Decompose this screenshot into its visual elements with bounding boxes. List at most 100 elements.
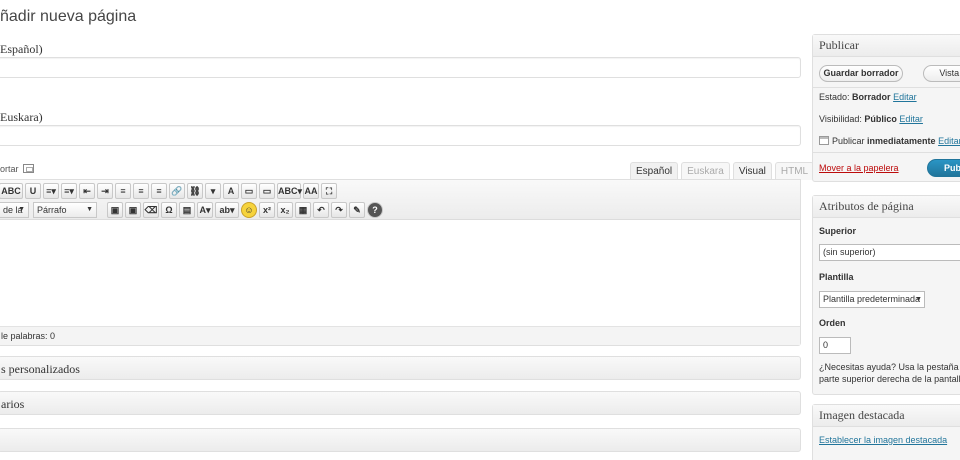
metabox-empty[interactable] xyxy=(0,428,801,452)
help-text-line-1: ¿Necesitas ayuda? Usa la pestaña Ayu xyxy=(819,362,960,372)
page-title: ñadir nueva página xyxy=(0,8,137,25)
edit-status-link[interactable]: Editar xyxy=(893,92,917,102)
toolbar_row2-button-4[interactable]: ▤ xyxy=(179,202,195,218)
toolbar_row2-button-10[interactable]: ▦ xyxy=(295,202,311,218)
toolbar_row1-button-5[interactable]: ⇥ xyxy=(97,183,113,199)
edit-visibility-link[interactable]: Editar xyxy=(899,114,923,124)
parent-label: Superior xyxy=(819,226,857,236)
toolbar_row1-button-8[interactable]: ≡ xyxy=(151,183,167,199)
toolbar_row2-button-1[interactable]: ▣ xyxy=(125,202,141,218)
calendar-icon xyxy=(819,136,829,145)
schedule-row: Publicar inmediatamente Editar xyxy=(819,136,960,146)
tab-html[interactable]: HTML xyxy=(774,162,815,180)
preview-button[interactable]: Vista p xyxy=(923,65,960,82)
toolbar_row1-button-15[interactable]: ABC▾ xyxy=(277,183,302,199)
page-attributes-heading: Atributos de página xyxy=(813,196,960,218)
visibility-label: Visibilidad: xyxy=(819,114,862,124)
editor-toolbar: ABC U ≡▾ ≡▾ ⇤ ⇥ ≡ ≡ ≡ 🔗 ⛓ ▾ A ▭ ▭ ABC▾ AA ⛶ de la ▼ Párraf… xyxy=(0,180,800,220)
status-value: Borrador xyxy=(852,92,891,102)
chevron-down-icon: ▼ xyxy=(915,296,922,303)
title-label-basque: Euskara) xyxy=(0,110,43,124)
parent-select-value: (sin superior) xyxy=(823,247,876,257)
toolbar_row2-button-11[interactable]: ↶ xyxy=(313,202,329,218)
visibility-row: Visibilidad: Público Editar xyxy=(819,114,923,124)
publish-heading: Publicar xyxy=(813,35,960,57)
page-attributes-box: Atributos de página Superior (sin superi… xyxy=(812,195,960,395)
featured-image-box: Imagen destacada Establecer la imagen de… xyxy=(812,404,960,460)
media-icon xyxy=(22,164,34,173)
toolbar_row1-button-11[interactable]: ▾ xyxy=(205,183,221,199)
toolbar_row1-button-9[interactable]: 🔗 xyxy=(169,183,185,199)
schedule-label: Publicar xyxy=(832,136,865,146)
paragraph-select[interactable]: Párrafo ▼ xyxy=(33,202,97,218)
toolbar_row2-button-5[interactable]: A▾ xyxy=(197,202,213,218)
chevron-down-icon: ▼ xyxy=(86,206,93,213)
toolbar_row2-button-6[interactable]: ab▾ xyxy=(215,202,239,218)
toolbar_row1-button-17[interactable]: ⛶ xyxy=(321,183,337,199)
toolbar_row2-button-13[interactable]: ✎ xyxy=(349,202,365,218)
word-count: le palabras: 0 xyxy=(0,326,800,345)
order-label: Orden xyxy=(819,318,846,328)
toolbar_row2-button-12[interactable]: ↷ xyxy=(331,202,347,218)
template-select-value: Plantilla predeterminada xyxy=(823,294,921,304)
toolbar_row1-button-2[interactable]: ≡▾ xyxy=(43,183,59,199)
title-input-basque[interactable] xyxy=(0,125,801,146)
toolbar_row1-button-3[interactable]: ≡▾ xyxy=(61,183,77,199)
move-to-trash-link[interactable]: Mover a la papelera xyxy=(819,163,899,173)
insert-media-label: ortar xyxy=(0,164,19,174)
editor-tabs: Español Euskara Visual HTML xyxy=(630,162,815,180)
toolbar_row2-button-8[interactable]: x² xyxy=(259,202,275,218)
toolbar_row2-button-14[interactable]: ? xyxy=(367,202,383,218)
schedule-value: inmediatamente xyxy=(867,136,936,146)
toolbar_row1-button-13[interactable]: ▭ xyxy=(241,183,257,199)
save-draft-button[interactable]: Guardar borrador xyxy=(819,65,903,82)
toolbar_row2-button-9[interactable]: x₂ xyxy=(277,202,293,218)
help-text-line-2: parte superior derecha de la pantalla. xyxy=(819,374,960,384)
insert-media-link[interactable]: ortar xyxy=(0,164,34,174)
font-select[interactable]: de la ▼ xyxy=(0,202,29,218)
toolbar-row-1: ABC U ≡▾ ≡▾ ⇤ ⇥ ≡ ≡ ≡ 🔗 ⛓ ▾ A ▭ ▭ ABC▾ AA ⛶ xyxy=(0,182,337,200)
editor-content-area[interactable] xyxy=(0,220,800,327)
toolbar_row1-button-16[interactable]: AA xyxy=(303,183,319,199)
chevron-down-icon: ▼ xyxy=(18,206,25,213)
template-select[interactable]: Plantilla predeterminada ▼ xyxy=(819,291,925,308)
title-label-spanish: Español) xyxy=(0,42,43,56)
featured-image-heading: Imagen destacada xyxy=(813,405,960,427)
toolbar_row1-button-6[interactable]: ≡ xyxy=(115,183,131,199)
toolbar_row2-button-7[interactable]: ☺ xyxy=(241,202,257,218)
toolbar_row1-button-0[interactable]: ABC xyxy=(0,183,23,199)
toolbar_row1-button-10[interactable]: ⛓ xyxy=(187,183,203,199)
toolbar_row2-button-0[interactable]: ▣ xyxy=(107,202,123,218)
paragraph-select-value: Párrafo xyxy=(37,205,67,215)
toolbar-row-2-buttons: ▣ ▣ ⌫ Ω ▤ A▾ ab▾ ☺ x² x₂ ▦ ↶ ↷ ✎? xyxy=(107,202,383,218)
metabox-comments[interactable]: arios xyxy=(0,391,801,415)
content-editor: ABC U ≡▾ ≡▾ ⇤ ⇥ ≡ ≡ ≡ 🔗 ⛓ ▾ A ▭ ▭ ABC▾ AA ⛶ de la ▼ Párraf… xyxy=(0,179,801,346)
toolbar_row1-button-14[interactable]: ▭ xyxy=(259,183,275,199)
tab-euskara[interactable]: Euskara xyxy=(681,162,730,180)
tab-espanol[interactable]: Español xyxy=(630,162,679,180)
order-input-value: 0 xyxy=(823,340,829,350)
toolbar_row2-button-2[interactable]: ⌫ xyxy=(143,202,159,218)
publish-button[interactable]: Publi xyxy=(927,159,960,177)
order-input[interactable]: 0 xyxy=(819,337,851,354)
toolbar_row1-button-12[interactable]: A xyxy=(223,183,239,199)
tab-visual[interactable]: Visual xyxy=(732,162,772,180)
metabox-title: arios xyxy=(1,397,25,411)
divider xyxy=(813,152,960,153)
divider xyxy=(813,87,960,88)
edit-schedule-link[interactable]: Editar xyxy=(938,136,960,146)
toolbar_row2-button-3[interactable]: Ω xyxy=(161,202,177,218)
toolbar-row-2: de la ▼ Párrafo ▼ ▣ ▣ ⌫ Ω ▤ A▾ ab▾ ☺ x² x₂ ▦ ↶ ↷ ✎? xyxy=(0,201,383,219)
status-row: Estado: Borrador Editar xyxy=(819,92,917,102)
parent-select[interactable]: (sin superior) xyxy=(819,244,960,261)
visibility-value: Público xyxy=(864,114,897,124)
toolbar_row1-button-7[interactable]: ≡ xyxy=(133,183,149,199)
status-label: Estado: xyxy=(819,92,850,102)
title-input-spanish[interactable] xyxy=(0,57,801,78)
set-featured-image-link[interactable]: Establecer la imagen destacada xyxy=(819,435,947,445)
template-label: Plantilla xyxy=(819,272,854,282)
metabox-custom-fields[interactable]: s personalizados xyxy=(0,356,801,380)
toolbar_row1-button-4[interactable]: ⇤ xyxy=(79,183,95,199)
metabox-title: s personalizados xyxy=(1,362,80,376)
toolbar_row1-button-1[interactable]: U xyxy=(25,183,41,199)
